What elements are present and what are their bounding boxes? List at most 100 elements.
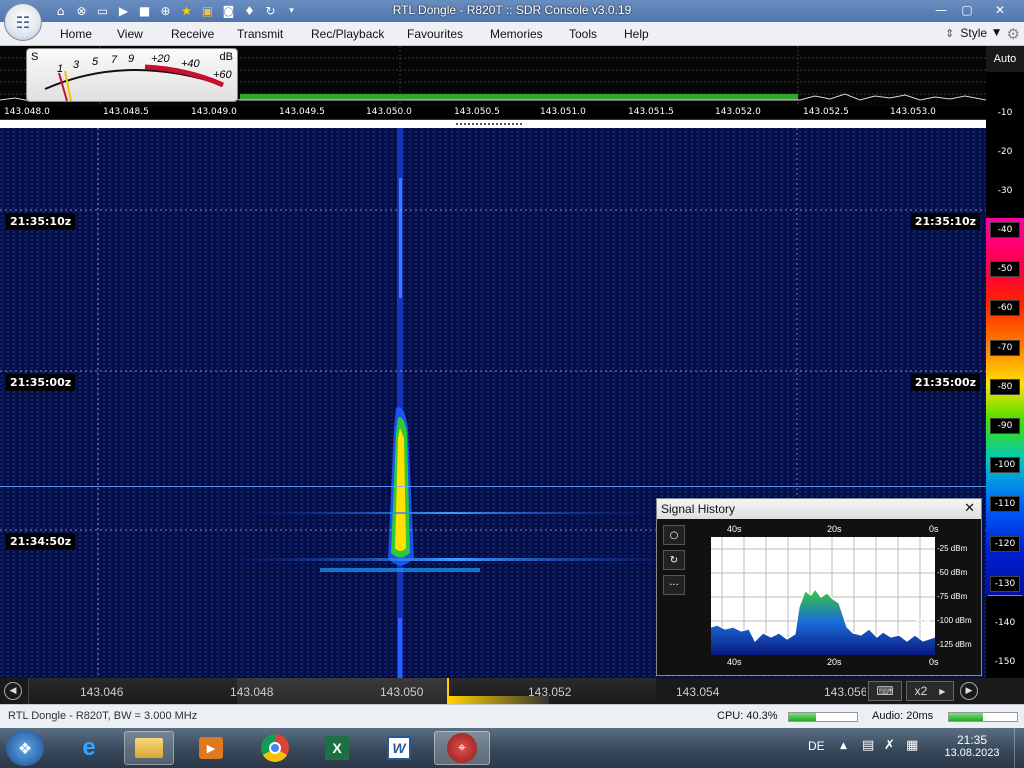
spectrum-display[interactable]: S dB 1 3 5 7 9 +20 +40 +60 <box>0 46 986 106</box>
menu-home[interactable]: Home <box>60 27 92 41</box>
start-button[interactable]: ❖ <box>6 730 44 766</box>
freq-label: 143.052.0 <box>715 107 761 117</box>
show-desktop-button[interactable] <box>1014 728 1024 768</box>
clock-date: 13.08.2023 <box>944 747 1000 759</box>
menu-memories[interactable]: Memories <box>490 27 543 41</box>
time-marker-right: 21:35:10z <box>910 213 980 230</box>
db-label: -10 <box>997 108 1013 118</box>
taskbar-chrome[interactable] <box>250 731 300 765</box>
filter-passband <box>240 94 798 100</box>
close-icon[interactable]: ✕ <box>964 501 975 516</box>
swap-icon: ⇕ <box>945 26 955 40</box>
windows-taskbar: ❖ e ▶ X W ⌖ DE ▲ ▤ ✗ ▦ 21:35 13.08.2023 <box>0 728 1024 768</box>
time-marker-right: 21:35:00z <box>910 374 980 391</box>
s-scale-1: 1 <box>57 63 64 75</box>
cpu-status: CPU: 40.3% <box>717 710 778 722</box>
audio-status: Audio: 20ms <box>872 710 934 722</box>
db-label: -60 <box>990 300 1020 316</box>
signal-history-plot <box>711 537 935 655</box>
more-button[interactable]: ··· <box>663 575 685 595</box>
menu-help[interactable]: Help <box>624 27 649 41</box>
keyboard-button[interactable]: ⌨ <box>868 681 902 701</box>
x-label-top: 0s <box>929 524 939 534</box>
db-scale: Auto -10 -20 -30 -40 -50 -60 -70 -80 -90… <box>986 46 1024 678</box>
x-label-bottom: 20s <box>827 657 842 667</box>
s-scale-5: 5 <box>92 56 99 68</box>
frequency-scale[interactable]: 143.048.0 143.048.5 143.049.0 143.049.5 … <box>0 106 986 120</box>
x-label-top: 20s <box>827 524 842 534</box>
application-menu-button[interactable]: ☷ <box>4 3 42 41</box>
taskbar-media-player[interactable]: ▶ <box>186 731 236 765</box>
menu-rec-playback[interactable]: Rec/Playback <box>311 27 384 41</box>
db-label: -50 <box>990 261 1020 277</box>
menu-receive[interactable]: Receive <box>171 27 214 41</box>
taskbar-excel[interactable]: X <box>312 731 362 765</box>
db-label: -70 <box>990 340 1020 356</box>
media-player-icon: ▶ <box>199 737 223 759</box>
menu-tools[interactable]: Tools <box>569 27 597 41</box>
time-marker-left: 21:34:50z <box>6 533 76 550</box>
freq-label: 143.053.0 <box>890 107 936 117</box>
minimize-button[interactable]: — <box>928 0 954 20</box>
sdr-console-window: ⌂ ⊗ ▭ ▶ ■ ⊕ ★ ▣ ◙ ♦ ↻ ▾ RTL Dongle - R82… <box>0 0 1024 768</box>
tuner-freq: 143.054 <box>676 685 720 699</box>
network-icon[interactable]: ▦ <box>906 738 918 753</box>
s-reading: S2 <box>915 617 931 632</box>
window-controls: — ▢ ✕ <box>928 0 1020 20</box>
tuner-freq: 143.048 <box>230 685 274 699</box>
splitter-bar[interactable] <box>0 120 986 128</box>
audio-meter <box>948 712 1018 722</box>
splitter-grip[interactable] <box>456 123 522 125</box>
taskbar-explorer[interactable] <box>124 731 174 765</box>
menu-favourites[interactable]: Favourites <box>407 27 463 41</box>
tuner-freq: 143.046 <box>80 685 124 699</box>
close-button[interactable]: ✕ <box>980 0 1020 20</box>
history-y-label: -25 dBm <box>937 544 968 553</box>
taskbar-sdr-console[interactable]: ⌖ <box>434 731 490 765</box>
taskbar-internet-explorer[interactable]: e <box>64 731 114 765</box>
show-hidden-icons-button[interactable]: ▲ <box>840 741 847 751</box>
db-label: -100 <box>990 457 1020 473</box>
scroll-left-button[interactable]: ◀ <box>4 682 22 700</box>
menu-transmit[interactable]: Transmit <box>237 27 283 41</box>
tuner-freq: 143.056 <box>824 685 866 699</box>
freq-label: 143.048.5 <box>103 107 149 117</box>
auto-scale-button[interactable]: Auto <box>986 46 1024 72</box>
history-y-label: -75 dBm <box>937 592 968 601</box>
freq-label: 143.051.0 <box>540 107 586 117</box>
db-label: -120 <box>990 536 1020 552</box>
printer-tray-icon[interactable]: ▤ <box>862 738 874 753</box>
history-y-label: -100 dBm <box>937 616 972 625</box>
x-label-bottom: 0s <box>929 657 939 667</box>
app-orb-icon: ☷ <box>15 12 31 32</box>
volume-muted-icon[interactable]: ✗ <box>884 738 895 753</box>
scroll-right-button[interactable]: ▶ <box>960 682 978 700</box>
menu-view[interactable]: View <box>117 27 143 41</box>
zoom-button[interactable]: x2 ▶ <box>906 681 954 701</box>
reset-button[interactable]: ↻ <box>663 550 685 570</box>
maximize-button[interactable]: ▢ <box>954 0 980 20</box>
signal-history-panel: Signal History ✕ ○ ↻ ··· 40s 20s 0s -25 … <box>656 498 982 676</box>
style-menu[interactable]: ⇕ Style ▼ <box>945 26 1000 40</box>
windows-logo-icon: ❖ <box>17 738 33 758</box>
gear-icon[interactable]: ⚙ <box>1007 25 1020 43</box>
word-icon: W <box>387 736 411 760</box>
s-scale-plus40: +40 <box>181 58 200 70</box>
sdr-console-icon: ⌖ <box>447 733 477 763</box>
s-scale-plus60: +60 <box>213 69 232 81</box>
cpu-meter-fill <box>789 713 817 721</box>
language-indicator[interactable]: DE <box>808 739 825 753</box>
tuning-bar[interactable]: ◀ 143.046 143.048 143.050 143.052 143.05… <box>0 678 1024 704</box>
internet-explorer-icon: e <box>82 734 96 761</box>
taskbar-word[interactable]: W <box>374 731 424 765</box>
db-label: -150 <box>994 657 1016 667</box>
freq-label: 143.050.0 <box>366 107 412 117</box>
history-y-label: -125 dBm <box>937 640 972 649</box>
clock[interactable]: 21:35 13.08.2023 <box>934 733 1010 759</box>
freq-label: 143.052.5 <box>803 107 849 117</box>
x-label-bottom: 40s <box>727 657 742 667</box>
carrier-trace-bright <box>399 178 402 298</box>
folder-icon <box>135 738 163 758</box>
record-button[interactable]: ○ <box>663 525 685 545</box>
freq-label: 143.049.5 <box>279 107 325 117</box>
